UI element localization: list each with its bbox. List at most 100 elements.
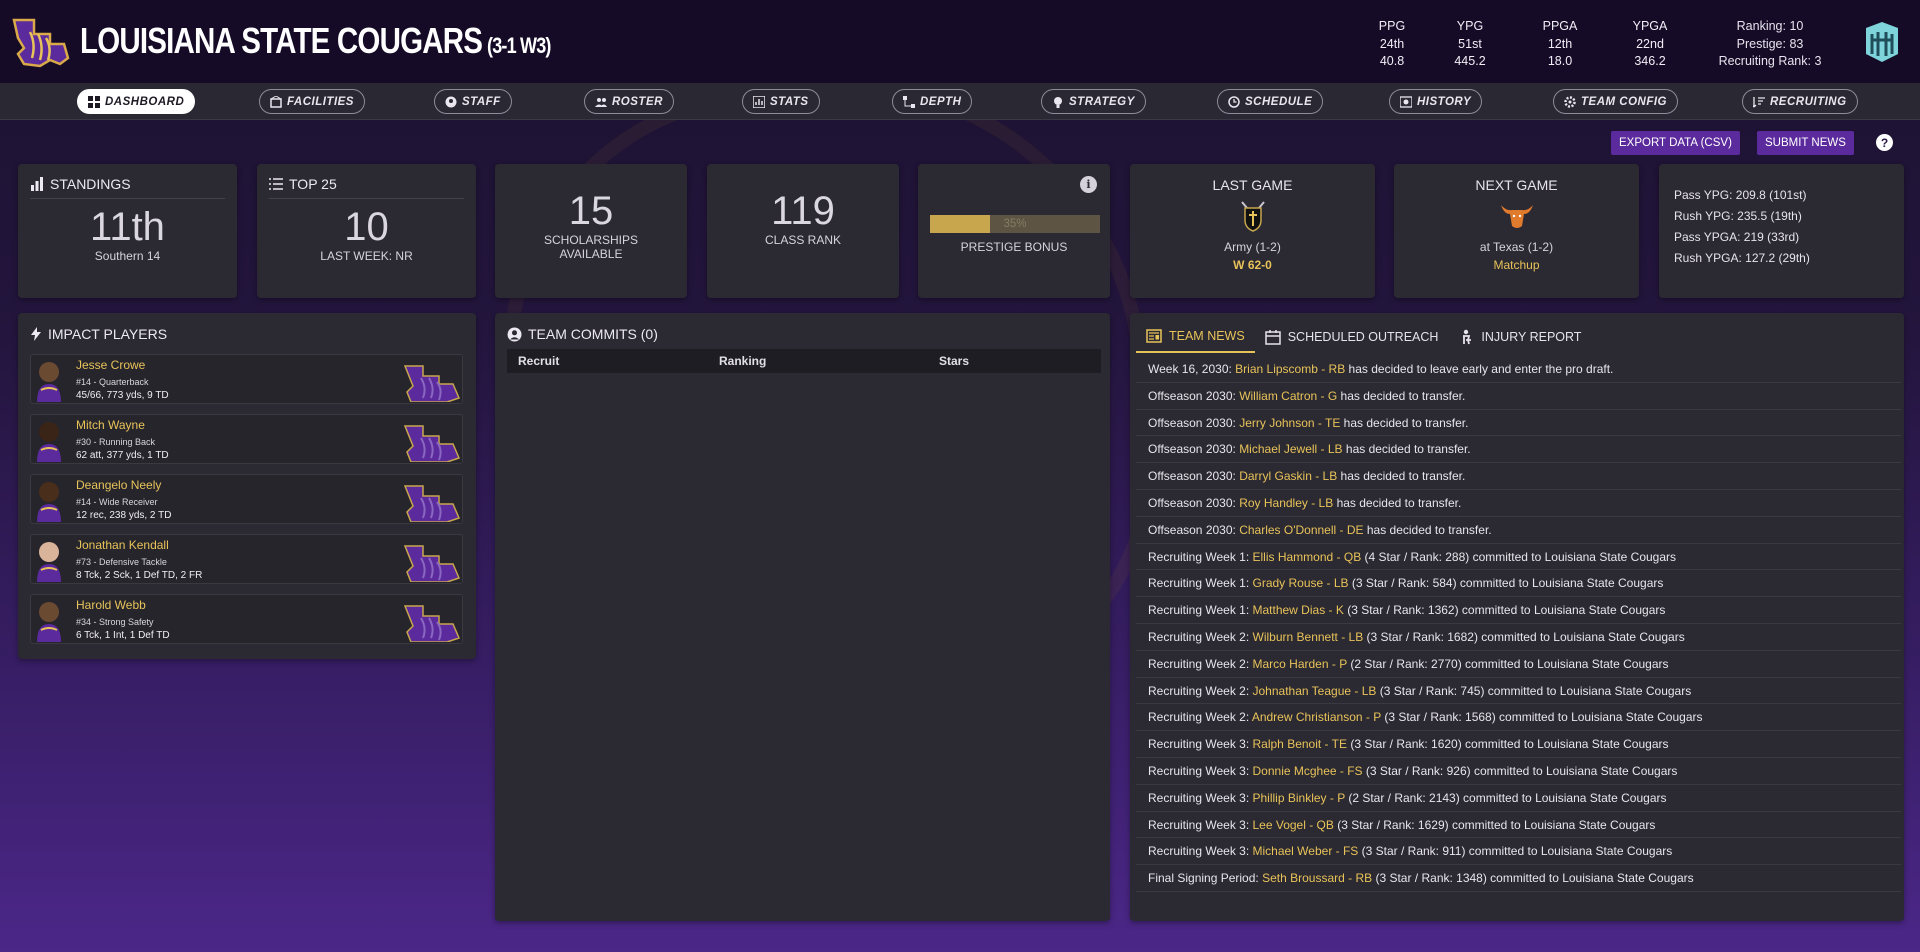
- dashboard-icon: [88, 95, 100, 108]
- prestige-bonus-card: i 35% PRESTIGE BONUS: [918, 164, 1110, 298]
- news-item: Recruiting Week 3: Ralph Benoit - TE (3 …: [1136, 731, 1901, 758]
- nav-stats[interactable]: STATS: [742, 89, 820, 114]
- strategy-icon: [1054, 96, 1062, 108]
- nav-staff[interactable]: STAFF: [434, 89, 512, 114]
- news-player-link[interactable]: William Catron - G: [1239, 389, 1337, 403]
- tab-team-news[interactable]: TEAM NEWS: [1136, 321, 1255, 353]
- news-item: Recruiting Week 3: Donnie Mcghee - FS (3…: [1136, 758, 1901, 785]
- stat-label: YPGA: [1632, 19, 1668, 33]
- ranking-text: Ranking: 10: [1736, 19, 1804, 33]
- nav-label: STATS: [770, 95, 809, 108]
- impact-player-row[interactable]: Mitch Wayne #30 - Running Back 62 att, 3…: [30, 414, 463, 464]
- submit-news-button[interactable]: SUBMIT NEWS: [1757, 131, 1854, 155]
- news-player-link[interactable]: Seth Broussard - RB: [1262, 871, 1372, 885]
- news-item-prefix: Final Signing Period:: [1148, 871, 1263, 886]
- news-player-link[interactable]: Andrew Christianson - P: [1252, 710, 1381, 724]
- news-player-link[interactable]: Marco Harden - P: [1253, 657, 1347, 671]
- nav-team-config[interactable]: TEAM CONFIG: [1553, 89, 1678, 114]
- news-player-link[interactable]: Michael Weber - FS: [1253, 844, 1359, 858]
- game-logo-icon[interactable]: [1862, 20, 1902, 64]
- nav-roster[interactable]: ROSTER: [584, 89, 674, 114]
- army-logo-icon: [1241, 201, 1265, 232]
- info-icon[interactable]: i: [1080, 176, 1097, 193]
- news-item-text: (3 Star / Rank: 584) committed to Louisi…: [1348, 576, 1664, 591]
- roster-icon: [595, 97, 607, 107]
- team-title: LOUISIANA STATE COUGARS (3-1 W3): [80, 20, 551, 62]
- player-name[interactable]: Harold Webb: [76, 598, 146, 612]
- last-game-title: LAST GAME: [1212, 177, 1293, 193]
- nav-history[interactable]: HISTORY: [1389, 89, 1483, 114]
- news-player-link[interactable]: Ralph Benoit - TE: [1253, 737, 1348, 751]
- news-player-link[interactable]: Wilburn Bennett - LB: [1253, 630, 1364, 644]
- help-icon[interactable]: ?: [1876, 134, 1893, 151]
- prestige-bonus-label: PRESTIGE BONUS: [960, 240, 1068, 254]
- player-name[interactable]: Jonathan Kendall: [76, 538, 169, 552]
- news-player-link[interactable]: Roy Handley - LB: [1239, 496, 1333, 510]
- news-player-link[interactable]: Darryl Gaskin - LB: [1239, 469, 1337, 483]
- impact-player-row[interactable]: Jonathan Kendall #73 - Defensive Tackle …: [30, 534, 463, 584]
- rush-ypg: Rush YPG: 235.5 (19th): [1674, 209, 1802, 223]
- team-yardage-stats-card: Pass YPG: 209.8 (101st) Rush YPG: 235.5 …: [1659, 164, 1904, 298]
- player-stats: 8 Tck, 2 Sck, 1 Def TD, 2 FR: [76, 570, 203, 581]
- news-item-text: has decided to transfer.: [1337, 388, 1466, 403]
- news-player-link[interactable]: Charles O'Donnell - DE: [1239, 523, 1363, 537]
- export-data-button[interactable]: EXPORT DATA (CSV): [1611, 131, 1740, 155]
- player-avatar: [37, 602, 61, 642]
- nav-label: TEAM CONFIG: [1581, 95, 1667, 108]
- column-stars[interactable]: Stars: [939, 354, 969, 368]
- team-logo-icon: [403, 365, 461, 402]
- player-position: #14 - Quarterback: [76, 377, 149, 387]
- newspaper-icon: [1146, 329, 1162, 343]
- rush-ypga: Rush YPGA: 127.2 (29th): [1674, 251, 1810, 265]
- news-player-link[interactable]: Michael Jewell - LB: [1239, 442, 1342, 456]
- player-name[interactable]: Jesse Crowe: [76, 358, 145, 372]
- news-item: Offseason 2030: Darryl Gaskin - LB has d…: [1136, 463, 1901, 490]
- nav-facilities[interactable]: FACILITIES: [259, 89, 365, 114]
- nav-schedule[interactable]: SCHEDULE: [1217, 89, 1324, 114]
- news-item-prefix: Recruiting Week 1:: [1148, 549, 1253, 564]
- news-player-link[interactable]: Phillip Binkley - P: [1253, 791, 1345, 805]
- news-player-link[interactable]: Jerry Johnson - TE: [1239, 416, 1340, 430]
- stat-ypga: YPGA 22nd 346.2: [1620, 18, 1680, 71]
- scholarships-value: 15: [568, 189, 614, 233]
- prestige-text: Prestige: 83: [1736, 36, 1804, 51]
- player-avatar: [37, 422, 61, 462]
- nav-dashboard[interactable]: DASHBOARD: [77, 89, 196, 114]
- news-player-link[interactable]: Donnie Mcghee - FS: [1253, 764, 1363, 778]
- news-item-text: (3 Star / Rank: 1348) committed to Louis…: [1372, 871, 1694, 886]
- matchup-link[interactable]: Matchup: [1394, 258, 1639, 272]
- nav-depth[interactable]: DEPTH: [892, 89, 973, 114]
- last-game-result[interactable]: W 62-0: [1130, 258, 1375, 272]
- stat-rank: 22nd: [1636, 36, 1664, 51]
- team-commits-card: TEAM COMMITS (0) Recruit Ranking Stars: [495, 313, 1110, 921]
- top25-value: 10: [344, 205, 389, 249]
- team-name: LOUISIANA STATE COUGARS: [80, 20, 483, 61]
- tab-scheduled-outreach[interactable]: SCHEDULED OUTREACH: [1255, 321, 1449, 353]
- nav-label: STRATEGY: [1069, 95, 1135, 108]
- last-game-card[interactable]: LAST GAME Army (1-2) W 62-0: [1130, 164, 1375, 298]
- player-stats: 6 Tck, 1 Int, 1 Def TD: [76, 630, 170, 641]
- tab-injury-report[interactable]: INJURY REPORT: [1448, 321, 1591, 353]
- player-name[interactable]: Deangelo Neely: [76, 478, 161, 492]
- news-player-link[interactable]: Matthew Dias - K: [1253, 603, 1344, 617]
- impact-players-card: IMPACT PLAYERS Jesse Crowe #14 - Quarter…: [18, 313, 476, 659]
- impact-player-row[interactable]: Harold Webb #34 - Strong Safety 6 Tck, 1…: [30, 594, 463, 644]
- news-item-text: has decided to transfer.: [1342, 442, 1471, 457]
- news-player-link[interactable]: Brian Lipscomb - RB: [1235, 362, 1345, 376]
- nav-strategy[interactable]: STRATEGY: [1041, 89, 1146, 114]
- column-recruit[interactable]: Recruit: [518, 354, 559, 368]
- column-ranking[interactable]: Ranking: [719, 354, 766, 368]
- standings-card[interactable]: STANDINGS 11th Southern 14: [18, 164, 237, 298]
- news-player-link[interactable]: Ellis Hammond - QB: [1253, 550, 1362, 564]
- impact-player-row[interactable]: Jesse Crowe #14 - Quarterback 45/66, 773…: [30, 354, 463, 404]
- news-item-prefix: Offseason 2030:: [1148, 415, 1240, 430]
- impact-player-row[interactable]: Deangelo Neely #14 - Wide Receiver 12 re…: [30, 474, 463, 524]
- news-player-link[interactable]: Grady Rouse - LB: [1253, 576, 1349, 590]
- nav-recruiting[interactable]: RECRUITING: [1742, 89, 1858, 114]
- next-game-card[interactable]: NEXT GAME at Texas (1-2) Matchup: [1394, 164, 1639, 298]
- news-item-text: (3 Star / Rank: 911) committed to Louisi…: [1358, 844, 1673, 859]
- player-name[interactable]: Mitch Wayne: [76, 418, 145, 432]
- top25-card[interactable]: TOP 25 10 LAST WEEK: NR: [257, 164, 476, 298]
- news-player-link[interactable]: Johnathan Teague - LB: [1253, 684, 1377, 698]
- news-player-link[interactable]: Lee Vogel - QB: [1253, 818, 1334, 832]
